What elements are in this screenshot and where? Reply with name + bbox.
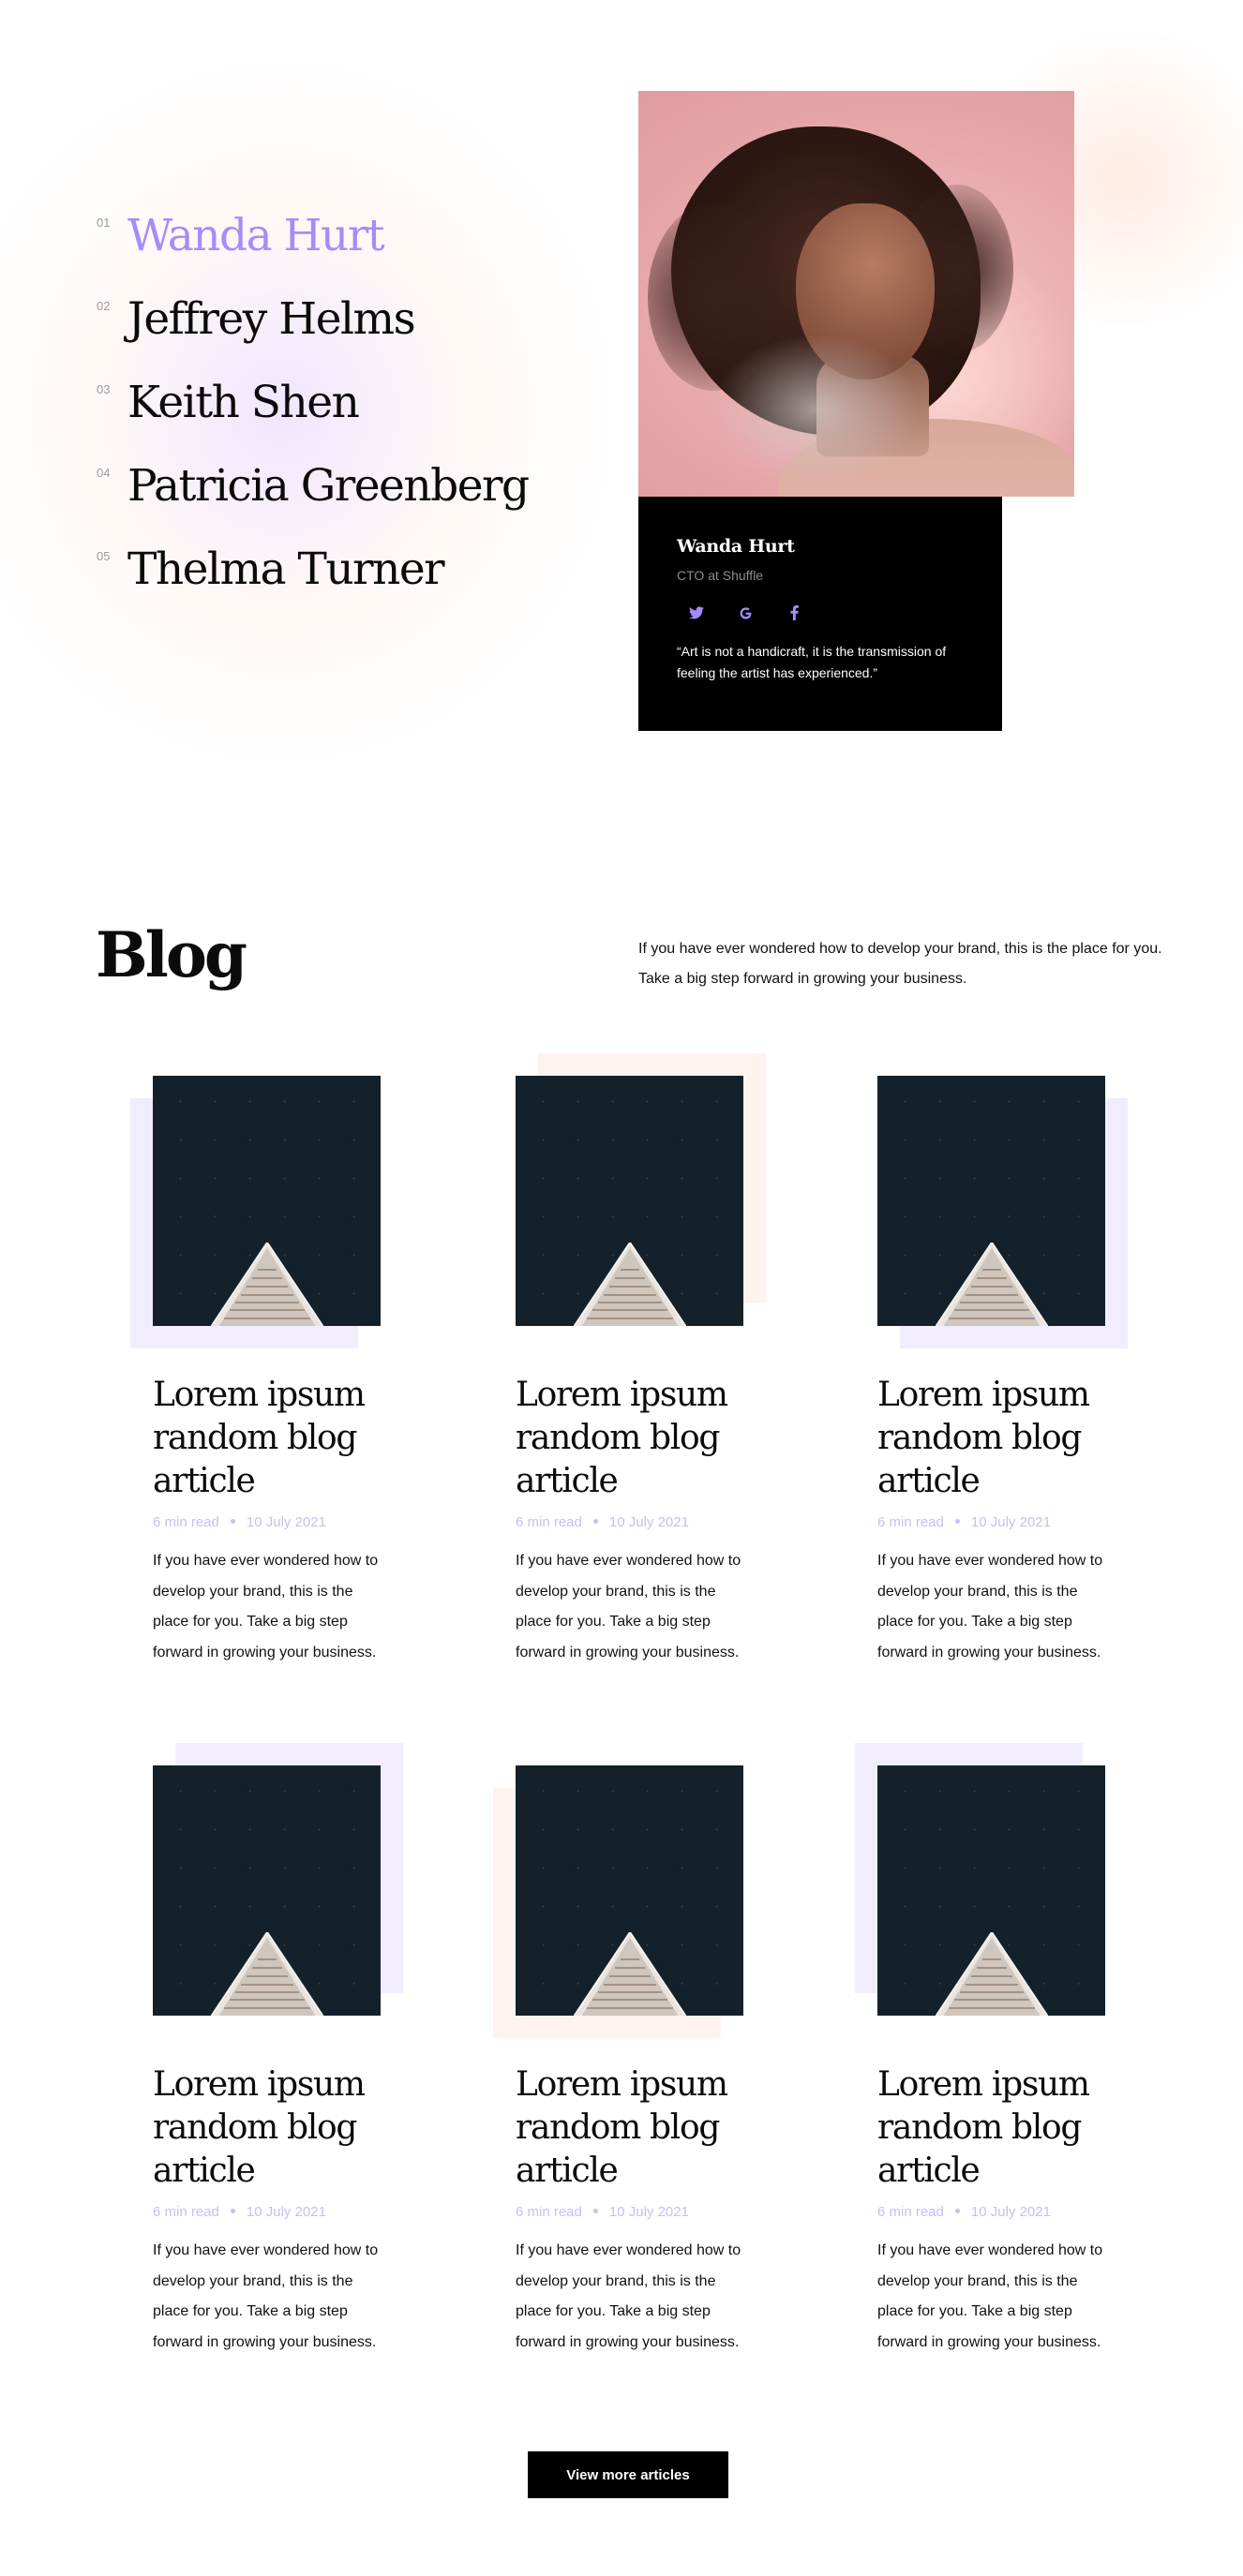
post-title[interactable]: Lorem ipsum random blog article	[153, 1374, 406, 1503]
read-time: 6 min read	[153, 2204, 219, 2220]
meta-separator	[954, 1519, 960, 1525]
card-quote: “Art is not a handicraft, it is the tran…	[677, 644, 947, 680]
post-excerpt: If you have ever wondered how to develop…	[877, 1553, 1103, 1660]
blog-intro: If you have ever wondered how to develop…	[638, 941, 1162, 987]
facebook-icon[interactable]	[782, 603, 806, 622]
post-meta: 6 min read 10 July 2021	[153, 1514, 326, 1530]
team-member-name[interactable]: Thelma Turner	[127, 543, 445, 595]
post-title[interactable]: Lorem ipsum random blog article	[516, 1374, 769, 1503]
team-member-name[interactable]: Jeffrey Helms	[127, 293, 416, 345]
meta-separator	[592, 1519, 598, 1525]
post-meta: 6 min read 10 July 2021	[516, 2204, 689, 2220]
team-member-number: 05	[97, 549, 111, 563]
post-meta: 6 min read 10 July 2021	[516, 1514, 689, 1530]
post-thumbnail[interactable]	[153, 1765, 381, 2016]
post-excerpt: If you have ever wondered how to develop…	[516, 1553, 741, 1660]
card-member-role: CTO at Shuffle	[677, 568, 764, 583]
team-member-number: 02	[97, 299, 111, 313]
post-date: 10 July 2021	[246, 2204, 326, 2220]
post-title[interactable]: Lorem ipsum random blog article	[516, 2063, 769, 2193]
read-time: 6 min read	[516, 1514, 582, 1530]
post-excerpt: If you have ever wondered how to develop…	[153, 2242, 379, 2350]
team-member-number: 01	[97, 216, 111, 230]
twitter-icon[interactable]	[684, 603, 709, 622]
post-meta: 6 min read 10 July 2021	[153, 2204, 326, 2220]
read-time: 6 min read	[153, 1514, 219, 1530]
meta-separator	[230, 2209, 235, 2214]
card-member-name: Wanda Hurt	[677, 536, 795, 557]
team-member-name[interactable]: Keith Shen	[127, 377, 360, 428]
team-member-name[interactable]: Patricia Greenberg	[127, 460, 530, 512]
read-time: 6 min read	[516, 2204, 582, 2220]
post-date: 10 July 2021	[608, 1514, 689, 1530]
blog-heading: Blog	[96, 918, 247, 991]
post-meta: 6 min read 10 July 2021	[877, 1514, 1051, 1530]
post-date: 10 July 2021	[246, 1514, 326, 1530]
meta-separator	[954, 2209, 960, 2214]
social-links	[677, 603, 964, 622]
post-meta: 6 min read 10 July 2021	[877, 2204, 1051, 2220]
team-member-number: 03	[97, 382, 111, 396]
view-more-articles-button[interactable]: View more articles	[528, 2451, 728, 2498]
post-thumbnail[interactable]	[877, 1076, 1105, 1326]
post-thumbnail[interactable]	[516, 1765, 743, 2016]
post-thumbnail[interactable]	[877, 1765, 1105, 2016]
team-member-name[interactable]: Wanda Hurt	[127, 210, 385, 261]
team-member-card: Wanda Hurt CTO at Shuffle “Art is not a …	[638, 497, 1002, 731]
team-member-number: 04	[97, 466, 111, 480]
post-thumbnail[interactable]	[153, 1076, 381, 1326]
meta-separator	[230, 1519, 235, 1525]
post-date: 10 July 2021	[608, 2204, 689, 2220]
post-title[interactable]: Lorem ipsum random blog article	[877, 1374, 1131, 1503]
post-title[interactable]: Lorem ipsum random blog article	[877, 2063, 1131, 2193]
team-member-photo	[638, 91, 1074, 497]
post-thumbnail[interactable]	[516, 1076, 743, 1326]
read-time: 6 min read	[877, 2204, 944, 2220]
post-excerpt: If you have ever wondered how to develop…	[516, 2242, 741, 2350]
post-excerpt: If you have ever wondered how to develop…	[877, 2242, 1103, 2350]
post-date: 10 July 2021	[970, 2204, 1051, 2220]
post-date: 10 July 2021	[970, 1514, 1051, 1530]
post-excerpt: If you have ever wondered how to develop…	[153, 1553, 379, 1660]
google-icon[interactable]	[733, 603, 757, 622]
meta-separator	[592, 2209, 598, 2214]
read-time: 6 min read	[877, 1514, 944, 1530]
post-title[interactable]: Lorem ipsum random blog article	[153, 2063, 406, 2193]
